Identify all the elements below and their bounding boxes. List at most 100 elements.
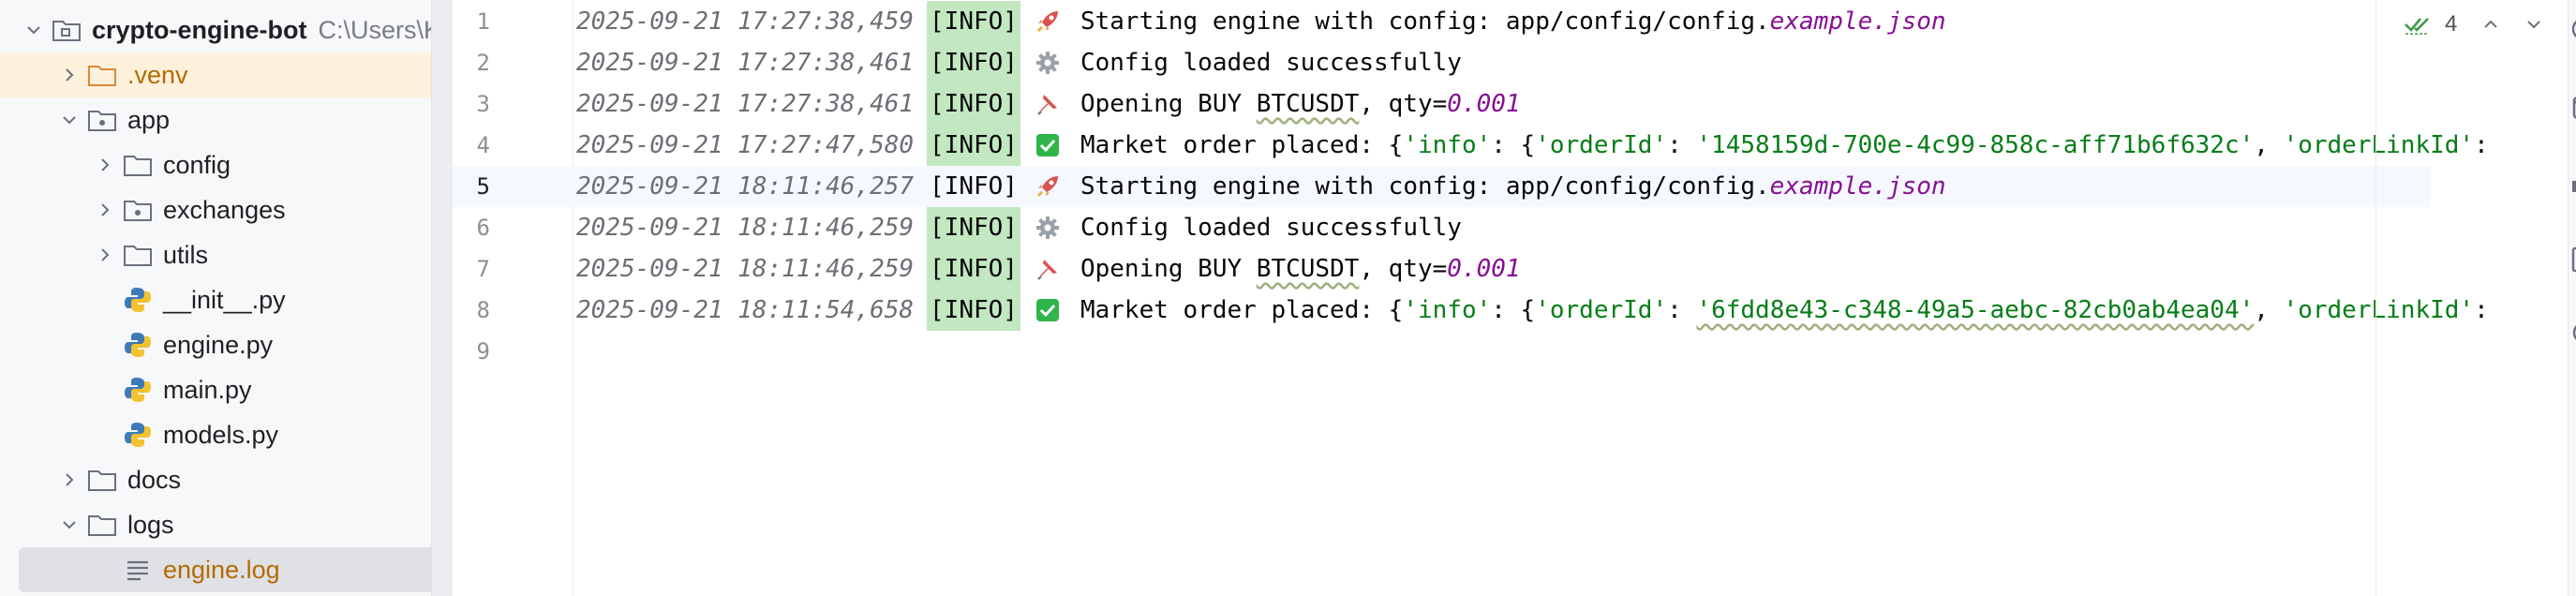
tree-root-crypto-engine-bot[interactable]: crypto-engine-bot C:\Users\K xyxy=(0,7,431,52)
log-timestamp: 2025-09-21 18:11:46,257 xyxy=(576,172,915,201)
rocket-icon xyxy=(1034,172,1062,201)
log-timestamp: 2025-09-21 17:27:38,461 xyxy=(576,49,915,77)
log-message: Config loaded successfully xyxy=(1080,214,1462,242)
tree-item-label: __init__.py xyxy=(163,285,286,314)
log-level: [INFO] xyxy=(927,207,1020,248)
log-timestamp: 2025-09-21 18:11:46,259 xyxy=(576,255,915,283)
line-number: 9 xyxy=(476,338,490,365)
project-tree: crypto-engine-bot C:\Users\K .venv app c… xyxy=(0,0,431,596)
log-symbol: BTCUSDT xyxy=(1256,90,1360,118)
documents-icon[interactable] xyxy=(2569,246,2576,274)
chevron-up-icon[interactable] xyxy=(2481,15,2500,34)
pushpin-icon xyxy=(1034,90,1062,118)
tree-item-label: engine.log xyxy=(163,555,280,584)
tree-item-docs[interactable]: docs xyxy=(0,457,431,502)
chevron-down-icon[interactable] xyxy=(52,112,86,128)
log-value: example.json xyxy=(1769,7,1946,36)
tree-item-label: docs xyxy=(127,465,182,494)
tree-item-label: exchanges xyxy=(163,195,286,224)
chevron-right-icon[interactable] xyxy=(52,471,86,488)
chevron-down-icon[interactable] xyxy=(52,516,86,533)
rocket-icon xyxy=(1034,7,1062,36)
line-number: 7 xyxy=(476,256,490,282)
python-file-icon xyxy=(122,286,154,314)
log-message: Config loaded successfully xyxy=(1080,49,1462,77)
inspection-widget[interactable]: 4 xyxy=(2404,7,2543,41)
tree-scrollbar[interactable] xyxy=(431,0,453,596)
line-number: 4 xyxy=(476,132,490,158)
tree-item-label: .venv xyxy=(127,60,188,89)
log-message: : xyxy=(1667,296,1697,324)
right-margin-guide xyxy=(2375,0,2376,596)
log-timestamp: 2025-09-21 17:27:38,461 xyxy=(576,90,915,118)
tree-item-engine-py[interactable]: engine.py xyxy=(0,322,431,367)
log-string: '1458159d-700e-4c99-858c-aff71b6f632c' xyxy=(1696,131,2255,159)
ai-assistant-icon[interactable] xyxy=(2569,319,2576,347)
chevron-right-icon[interactable] xyxy=(52,67,86,83)
code-line: 4 2025-09-21 17:27:47,580 [INFO] Market … xyxy=(453,125,2489,166)
tree-item-label: engine.py xyxy=(163,330,274,359)
log-value: 0.001 xyxy=(1447,255,1521,283)
log-message: Starting engine with config: app/config/… xyxy=(1080,7,1770,36)
tree-item-main-py[interactable]: main.py xyxy=(0,367,431,412)
log-level: [INFO] xyxy=(927,83,1020,125)
log-timestamp: 2025-09-21 17:27:47,580 xyxy=(576,131,915,159)
tree-item-models-py[interactable]: models.py xyxy=(0,412,431,457)
log-timestamp: 2025-09-21 18:11:54,658 xyxy=(576,296,915,324)
chevron-right-icon[interactable] xyxy=(88,156,122,173)
tree-item-exchanges[interactable]: exchanges xyxy=(0,187,431,232)
tree-root-label: crypto-engine-bot xyxy=(92,15,307,44)
folder-icon xyxy=(122,151,154,179)
code-line: 3 2025-09-21 17:27:38,461 [INFO] Opening… xyxy=(453,83,2430,125)
tree-item-utils[interactable]: utils xyxy=(0,232,431,277)
tree-item-config[interactable]: config xyxy=(0,142,431,187)
chevron-down-icon[interactable] xyxy=(17,22,51,38)
package-folder-icon xyxy=(86,106,118,134)
log-string: '6fdd8e43-c348-49a5-aebc-82cb0ab4ea04' xyxy=(1696,296,2255,324)
chevron-right-icon[interactable] xyxy=(88,246,122,263)
log-string: 'orderLinkId' xyxy=(2283,131,2475,159)
tree-item-label: main.py xyxy=(163,375,252,404)
tree-item-label: app xyxy=(127,105,171,134)
log-symbol: BTCUSDT xyxy=(1256,255,1360,283)
chevron-down-icon[interactable] xyxy=(2524,15,2543,34)
right-tool-strip xyxy=(2568,0,2576,596)
log-string: 'info' xyxy=(1403,296,1492,324)
tree-item-logs[interactable]: logs xyxy=(0,502,431,547)
python-file-icon xyxy=(122,376,154,404)
log-timestamp: 2025-09-21 17:27:38,459 xyxy=(576,7,915,36)
python-file-icon xyxy=(122,331,154,359)
log-editor[interactable]: 1 2025-09-21 17:27:38,459 [INFO] Startin… xyxy=(453,0,2489,596)
chevron-right-icon[interactable] xyxy=(88,201,122,218)
line-number: 5 xyxy=(476,173,490,200)
log-message: : xyxy=(2474,131,2489,159)
log-message: , xyxy=(2254,296,2284,324)
code-line-current: 5 2025-09-21 18:11:46,257 [INFO] Startin… xyxy=(453,166,2430,207)
log-string: 'orderLinkId' xyxy=(2283,296,2475,324)
tree-item-app[interactable]: app xyxy=(0,97,431,142)
log-message: Opening BUY xyxy=(1080,90,1257,118)
tree-item-label: logs xyxy=(127,510,174,539)
log-message: : { xyxy=(1491,296,1536,324)
line-number: 3 xyxy=(476,91,490,117)
log-message: : xyxy=(2474,296,2489,324)
notifications-icon[interactable] xyxy=(2569,15,2576,43)
tree-item-init-py[interactable]: __init__.py xyxy=(0,277,431,322)
structure-icon[interactable] xyxy=(2569,173,2576,201)
log-message: Opening BUY xyxy=(1080,255,1257,283)
tree-item-engine-log[interactable]: engine.log xyxy=(19,547,431,592)
folder-icon xyxy=(86,511,118,539)
check-icon xyxy=(1034,131,1062,159)
double-check-icon xyxy=(2404,13,2432,36)
log-message: Market order placed: { xyxy=(1080,296,1404,324)
tree-item-label: models.py xyxy=(163,420,279,449)
gear-icon xyxy=(1034,214,1062,242)
log-string: 'orderId' xyxy=(1535,296,1668,324)
line-number: 8 xyxy=(476,297,490,323)
database-icon[interactable] xyxy=(2569,94,2576,122)
code-line: 1 2025-09-21 17:27:38,459 [INFO] Startin… xyxy=(453,1,2430,42)
tree-item-venv[interactable]: .venv xyxy=(0,52,431,97)
log-message: Market order placed: { xyxy=(1080,131,1404,159)
log-message: , qty= xyxy=(1359,90,1448,118)
log-level: [INFO] xyxy=(927,290,1020,331)
